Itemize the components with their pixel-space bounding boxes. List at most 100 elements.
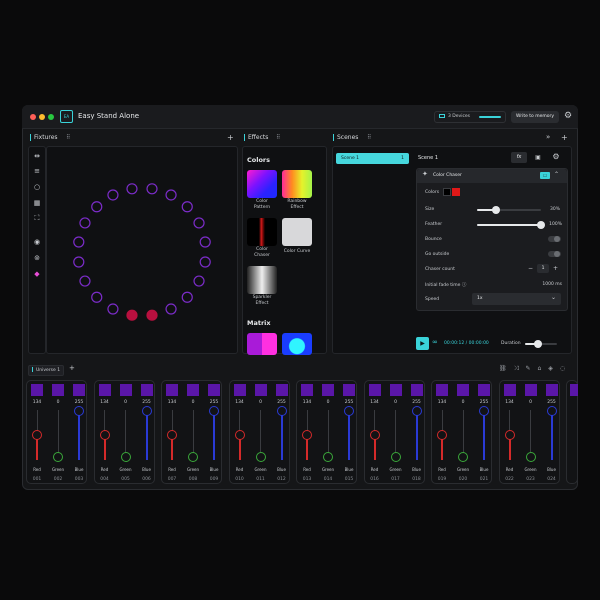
fader-knob[interactable] (99, 430, 110, 441)
channel-swatch[interactable] (457, 384, 469, 396)
channel-number: 004 (100, 477, 109, 482)
channel-swatch[interactable] (368, 384, 381, 396)
channel-number: 001 (32, 477, 42, 482)
fader-fill (78, 410, 80, 460)
channel-label: Blue (479, 467, 489, 472)
channel-value: 255 (412, 400, 421, 405)
channel-swatch[interactable] (301, 384, 313, 396)
channel-label: Green (254, 467, 267, 472)
channel-swatch[interactable] (187, 384, 199, 396)
fader-knob[interactable] (369, 430, 380, 441)
channel-label: Green (186, 467, 200, 472)
channel-swatch[interactable] (570, 384, 578, 396)
fader-knob[interactable] (458, 452, 468, 462)
channel-number: 015 (344, 477, 354, 482)
fader-knob[interactable] (504, 430, 515, 441)
fader-knob[interactable] (323, 452, 333, 462)
fader-knob[interactable] (209, 406, 219, 416)
channel-number: 022 (505, 477, 514, 482)
channel-label: Red (303, 467, 311, 472)
channel-swatch[interactable] (410, 384, 423, 396)
fader-knob[interactable] (411, 406, 422, 416)
channel-number: 014 (323, 477, 333, 482)
channel-label: Blue (74, 467, 84, 472)
channel-swatch[interactable] (98, 384, 111, 396)
channel-swatch[interactable] (119, 384, 132, 396)
channel-value: 255 (74, 400, 84, 405)
channel-value: 134 (100, 400, 109, 405)
channel-value: 255 (142, 400, 151, 405)
channel-swatch[interactable] (524, 384, 537, 396)
channel-number: 021 (479, 477, 489, 482)
channel-swatch[interactable] (140, 384, 153, 396)
fader-fill (280, 410, 283, 460)
channel-value: 255 (479, 400, 489, 405)
channel-number: 013 (302, 477, 312, 482)
channel-value: 0 (461, 400, 465, 405)
channel-swatch[interactable] (436, 384, 448, 396)
channel-number: 002 (53, 477, 63, 482)
channel-value: 134 (505, 400, 514, 405)
fader-knob[interactable] (188, 452, 198, 462)
channel-swatch[interactable] (31, 384, 43, 396)
channel-value: 0 (529, 400, 532, 405)
fader-knob[interactable] (74, 406, 84, 416)
channel-swatch[interactable] (545, 384, 558, 396)
channel-number: 017 (391, 477, 400, 482)
channel-label: Red (235, 467, 244, 472)
channel-value: 134 (167, 400, 177, 405)
channel-number: 009 (209, 477, 219, 482)
channel-swatch[interactable] (322, 384, 334, 396)
channel-number: 023 (526, 477, 535, 482)
fader-fill (348, 410, 350, 460)
channel-label: Red (33, 467, 41, 472)
fader-knob[interactable] (479, 406, 489, 416)
channel-label: Green (456, 467, 470, 472)
channel-label: Blue (344, 467, 354, 472)
fader-knob[interactable] (120, 452, 131, 462)
fader-fill (415, 410, 418, 460)
channel-label: Blue (142, 467, 151, 472)
channel-number: 024 (547, 477, 556, 482)
channel-label: Blue (412, 467, 421, 472)
channel-swatch[interactable] (254, 384, 267, 396)
channel-number: 012 (277, 477, 286, 482)
channel-value: 134 (437, 400, 447, 405)
channel-swatch[interactable] (73, 384, 85, 396)
fader-fill (213, 410, 215, 460)
universe-faders: 134 Red 001 0 Green 002 255 Blue 003 134 Red 004 0 Gr… (0, 0, 600, 600)
channel-swatch[interactable] (166, 384, 178, 396)
fader-knob[interactable] (344, 406, 354, 416)
channel-label: Red (100, 467, 109, 472)
channel-value: 134 (302, 400, 312, 405)
channel-value: 0 (394, 400, 397, 405)
fader-knob[interactable] (255, 452, 266, 462)
channel-number: 018 (412, 477, 421, 482)
fader-knob[interactable] (53, 452, 63, 462)
channel-value: 134 (235, 400, 244, 405)
channel-value: 134 (32, 400, 42, 405)
channel-swatch[interactable] (275, 384, 288, 396)
fader-knob[interactable] (276, 406, 287, 416)
channel-number: 008 (188, 477, 198, 482)
fader-knob[interactable] (141, 406, 152, 416)
channel-swatch[interactable] (208, 384, 220, 396)
channel-swatch[interactable] (389, 384, 402, 396)
channel-label: Red (168, 467, 176, 472)
channel-value: 0 (259, 400, 262, 405)
channel-number: 005 (121, 477, 130, 482)
fader-knob[interactable] (234, 430, 245, 441)
fader-knob[interactable] (390, 452, 401, 462)
channel-swatch[interactable] (478, 384, 490, 396)
channel-label: Blue (277, 467, 286, 472)
channel-swatch[interactable] (52, 384, 64, 396)
channel-label: Green (389, 467, 402, 472)
channel-swatch[interactable] (233, 384, 246, 396)
channel-swatch[interactable] (503, 384, 516, 396)
channel-swatch[interactable] (343, 384, 355, 396)
fader-knob[interactable] (525, 452, 536, 462)
channel-label: Red (438, 467, 446, 472)
fader-knob[interactable] (546, 406, 557, 416)
channel-number: 007 (167, 477, 177, 482)
channel-value: 255 (547, 400, 556, 405)
